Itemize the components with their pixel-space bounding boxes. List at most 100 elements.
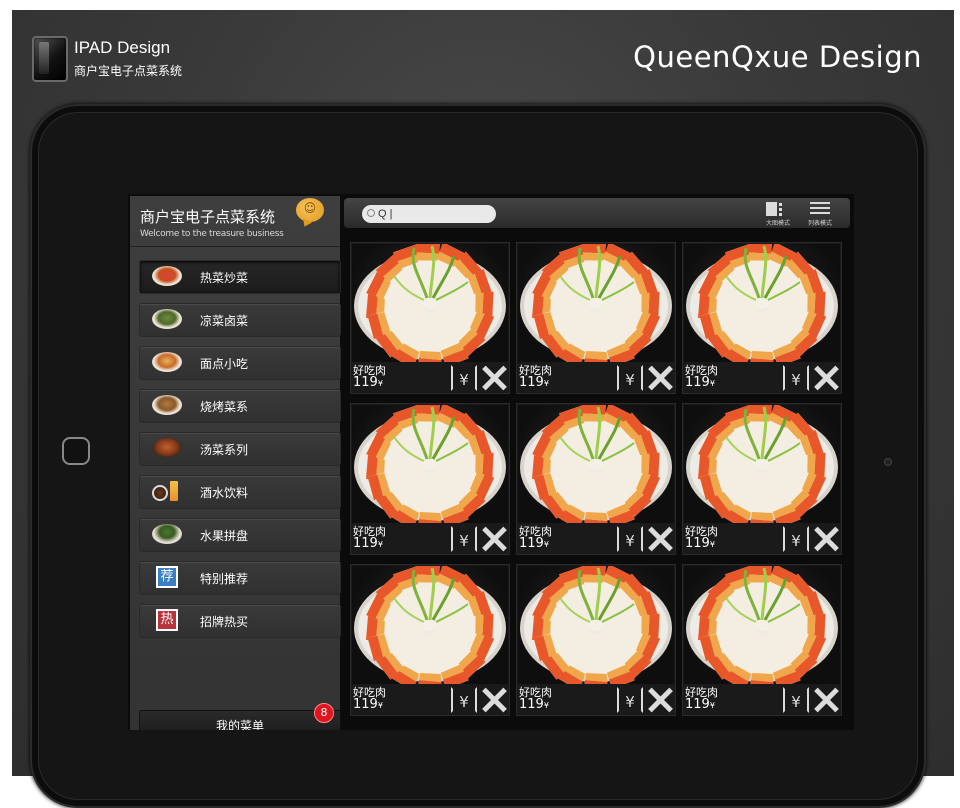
sidebar-item-bbq[interactable]: 烧烤菜系 [139,389,341,423]
chat-bubble-icon[interactable]: ☺ [296,198,324,222]
dish-photo [352,566,508,684]
app-title: 商户宝电子点菜系统 [140,208,276,226]
dish-price: 119¥ [353,536,383,551]
recommend-icon: 荐 [156,566,178,588]
sidebar-item-label: 凉菜卤菜 [200,314,249,328]
sidebar-item-snacks[interactable]: 面点小吃 [139,346,341,380]
dish-card[interactable]: 好吃肉 119¥ ¥ [516,403,676,555]
dish-card[interactable]: 好吃肉 119¥ ¥ [350,242,510,394]
dish-icon [152,395,184,417]
close-icon[interactable] [647,687,673,713]
dish-price-value: 119 [353,375,378,390]
order-button[interactable]: ¥ [783,526,809,552]
currency-symbol: ¥ [377,379,383,388]
currency-symbol: ¥ [709,540,715,549]
order-button[interactable]: ¥ [783,365,809,391]
designer-credit: QueenQxue Design [633,40,922,74]
search-input[interactable] [362,205,496,223]
dish-price: 119¥ [519,697,549,712]
dish-card[interactable]: 好吃肉 119¥ ¥ [516,242,676,394]
currency-symbol: ¥ [377,540,383,549]
cart-count-badge: 8 [314,703,334,723]
dish-price: 119¥ [685,536,715,551]
dish-card[interactable]: 好吃肉 119¥ ¥ [350,403,510,555]
sidebar-item-label: 酒水饮料 [200,486,249,500]
close-icon[interactable] [813,365,839,391]
large-view-label: 大图模式 [765,220,790,227]
currency-symbol: ¥ [543,379,549,388]
sidebar-item-label: 烧烤菜系 [200,400,249,414]
dish-card[interactable]: 好吃肉 119¥ ¥ [682,564,842,716]
home-button[interactable] [62,437,90,465]
grid-view-icon [766,202,784,216]
close-icon[interactable] [481,365,507,391]
search-icon [367,209,375,217]
dish-price: 119¥ [685,375,715,390]
sidebar-item-label: 面点小吃 [200,357,249,371]
brand-title: IPAD Design [74,38,171,57]
app-subtitle: Welcome to the treasure business [140,229,284,239]
sidebar-item-label: 水果拼盘 [200,529,249,543]
dish-icon [152,352,184,374]
sidebar-item-signature[interactable]: 热 招牌热买 [139,604,341,638]
dish-photo [518,566,674,684]
dish-price-value: 119 [685,536,710,551]
dish-photo [352,244,508,362]
list-view-icon [810,202,830,216]
order-button[interactable]: ¥ [617,526,643,552]
sidebar-item-label: 汤菜系列 [200,443,249,457]
dish-price-value: 119 [353,697,378,712]
brand-subtitle: 商户宝电子点菜系统 [74,64,183,78]
dish-price: 119¥ [519,536,549,551]
order-button[interactable]: ¥ [783,687,809,713]
dish-card[interactable]: 好吃肉 119¥ ¥ [350,564,510,716]
close-icon[interactable] [647,526,673,552]
currency-symbol: ¥ [709,379,715,388]
order-button[interactable]: ¥ [617,365,643,391]
order-button[interactable]: ¥ [451,526,477,552]
dish-price: 119¥ [353,375,383,390]
sidebar-item-cold-dishes[interactable]: 凉菜卤菜 [139,303,341,337]
soup-icon [152,438,184,460]
dish-card[interactable]: 好吃肉 119¥ ¥ [682,403,842,555]
my-menu-label: 我的菜单 [215,719,264,730]
close-icon[interactable] [813,687,839,713]
sidebar-item-soups[interactable]: 汤菜系列 [139,432,341,466]
fruit-icon [152,524,184,546]
sidebar-item-hot-dishes[interactable]: 热菜炒菜 [139,260,341,294]
close-icon[interactable] [813,526,839,552]
list-view-button[interactable]: 列表模式 [802,201,838,227]
sidebar-item-label: 特别推荐 [200,572,249,586]
order-button[interactable]: ¥ [451,365,477,391]
sidebar-item-recommended[interactable]: 荐 特别推荐 [139,561,341,595]
dish-card[interactable]: 好吃肉 119¥ ¥ [516,564,676,716]
dish-price-value: 119 [519,536,544,551]
sidebar: 商户宝电子点菜系统 Welcome to the treasure busine… [130,196,341,730]
dish-photo [352,405,508,523]
order-button[interactable]: ¥ [617,687,643,713]
app-screen: 商户宝电子点菜系统 Welcome to the treasure busine… [128,194,854,730]
dish-price-value: 119 [685,375,710,390]
dish-photo [684,405,840,523]
app-header: 商户宝电子点菜系统 Welcome to the treasure busine… [130,196,340,247]
sidebar-item-label: 热菜炒菜 [200,271,249,285]
dish-panel: 大图模式 列表模式 好吃肉119¥¥ [342,194,854,730]
close-icon[interactable] [481,687,507,713]
dish-card[interactable]: 好吃肉 119¥ ¥ [682,242,842,394]
currency-symbol: ¥ [543,701,549,710]
currency-symbol: ¥ [543,540,549,549]
dish-icon [152,309,184,331]
dish-price-value: 119 [519,697,544,712]
close-icon[interactable] [647,365,673,391]
close-icon[interactable] [481,526,507,552]
my-menu-button[interactable]: 我的菜单 8 [139,703,341,730]
dish-price-value: 119 [353,536,378,551]
dish-price: 119¥ [519,375,549,390]
currency-symbol: ¥ [377,701,383,710]
sidebar-item-fruit[interactable]: 水果拼盘 [139,518,341,552]
large-view-button[interactable]: 大图模式 [760,201,796,227]
hot-icon: 热 [156,609,178,631]
order-button[interactable]: ¥ [451,687,477,713]
sidebar-item-drinks[interactable]: 酒水饮料 [139,475,341,509]
currency-symbol: ¥ [709,701,715,710]
